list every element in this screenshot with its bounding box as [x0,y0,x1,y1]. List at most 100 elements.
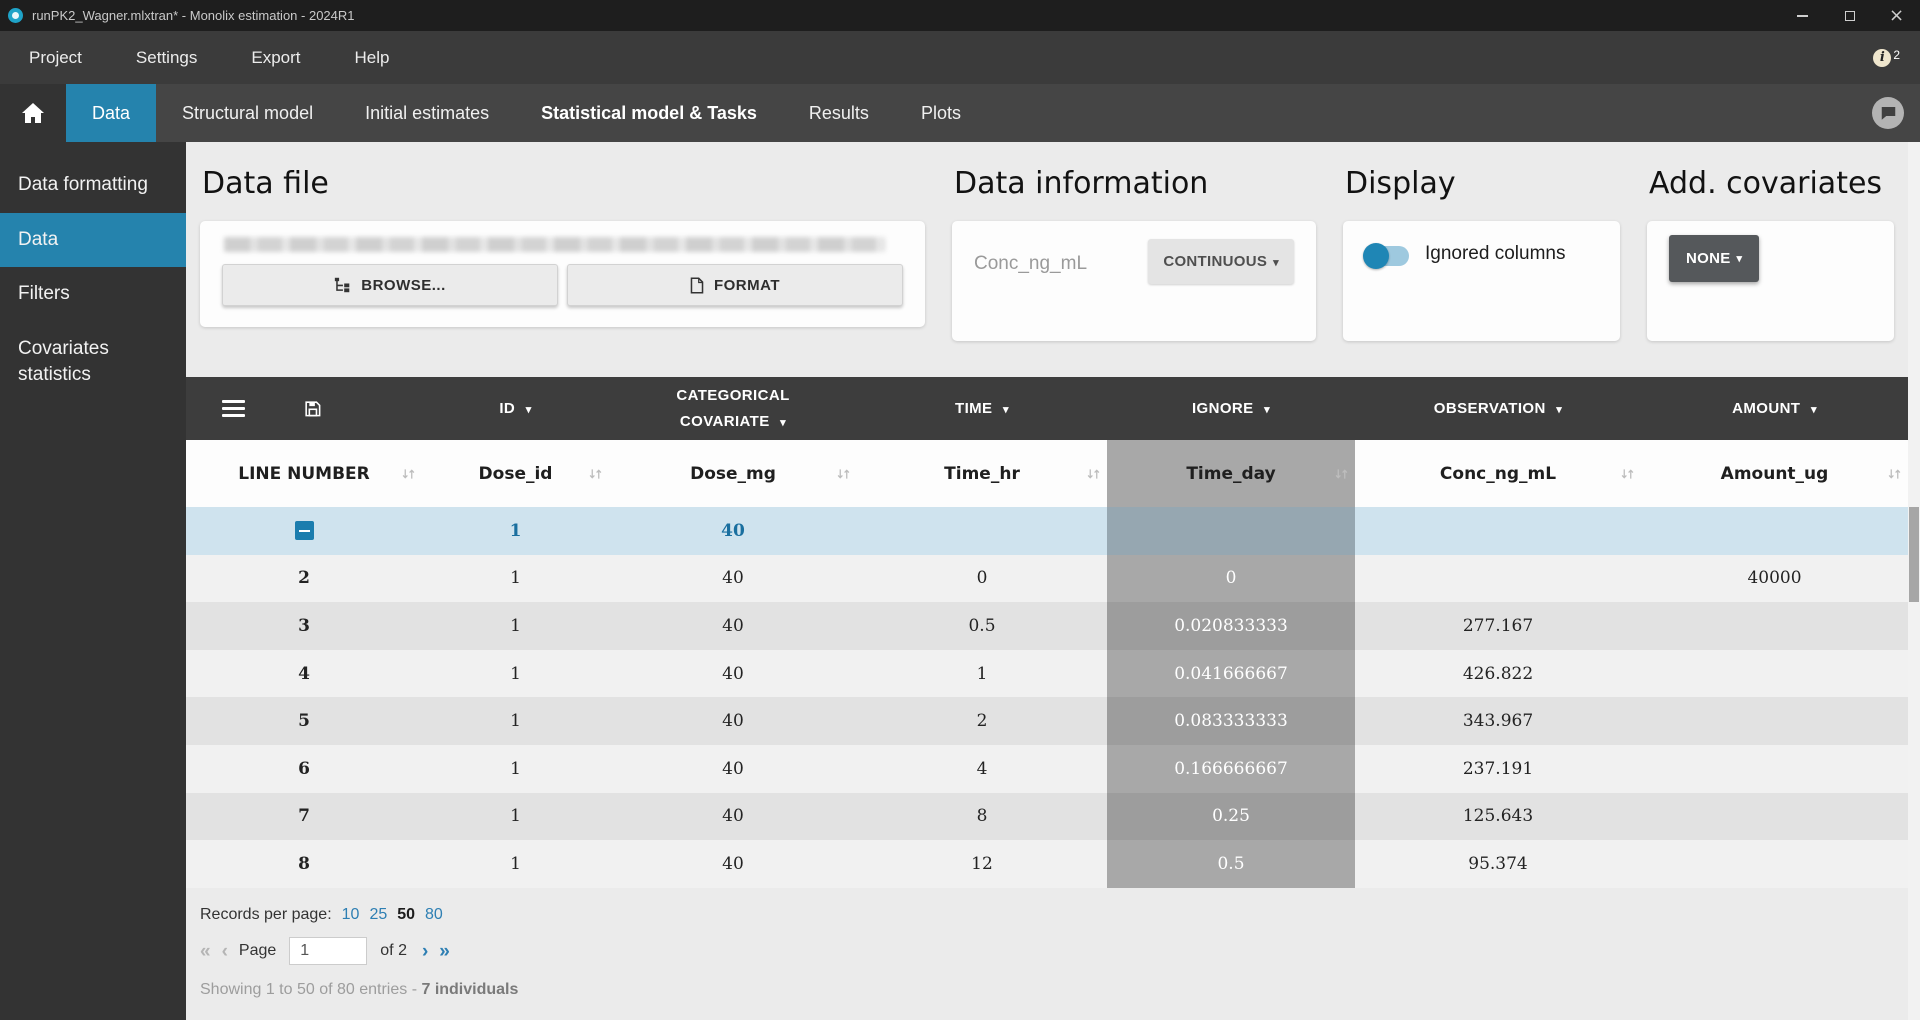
sidebar-item-data[interactable]: Data [0,213,186,268]
minimize-button[interactable] [1779,0,1826,31]
column-header-time-day[interactable]: Time_day [1107,440,1355,507]
entries-summary-text: Showing 1 to 50 of 80 entries - [200,981,421,998]
cell-dose_id: 1 [422,745,609,793]
maximize-icon [1845,11,1855,21]
column-header-time-hr[interactable]: Time_hr [857,440,1107,507]
menu-settings[interactable]: Settings [109,31,224,84]
cell-time_hr: 1 [857,650,1107,698]
sort-icon[interactable] [1887,467,1902,480]
tab-initial-estimates[interactable]: Initial estimates [339,84,515,142]
app-body: Data formatting Data Filters Covariates … [0,142,1920,1020]
cell-line: 4 [186,650,422,698]
page-size-10[interactable]: 10 [342,906,360,924]
observation-type-dropdown[interactable]: CONTINUOUS▾ [1148,239,1294,284]
window-title: runPK2_Wagner.mlxtran* - Monolix estimat… [32,8,355,23]
column-tag-categorical-covariate[interactable]: CATEGORICAL COVARIATE ▾ [609,377,857,440]
format-button[interactable]: FORMAT [567,264,903,306]
vertical-scrollbar[interactable] [1908,142,1920,1020]
cell-conc [1355,555,1641,603]
column-header-label: Amount_ug [1721,464,1829,484]
cell-dose_mg: 40 [609,697,857,745]
cell-time_hr: 2 [857,697,1107,745]
page-size-80[interactable]: 80 [425,906,443,924]
sort-icon[interactable] [588,467,603,480]
cell-line: 7 [186,793,422,841]
tab-statistical-model-tasks[interactable]: Statistical model & Tasks [515,84,783,142]
collapse-group-icon[interactable] [295,521,314,540]
maximize-button[interactable] [1826,0,1873,31]
records-per-page-label: Records per page: [200,906,332,924]
column-header-dose-mg[interactable]: Dose_mg [609,440,857,507]
sort-icon[interactable] [836,467,851,480]
table-row[interactable]: 21400040000 [186,555,1908,603]
chevron-down-icon: ▾ [1556,404,1562,416]
menu-help[interactable]: Help [328,31,417,84]
sort-icon[interactable] [401,467,416,480]
table-row[interactable]: 140 [186,507,1908,555]
page-size-25[interactable]: 25 [369,906,387,924]
display-card: Ignored columns [1343,221,1620,341]
column-header-conc-ng-ml[interactable]: Conc_ng_mL [1355,440,1641,507]
previous-page-button[interactable]: ‹ [222,942,228,961]
sort-icon[interactable] [1620,467,1635,480]
table-row[interactable]: 414010.041666667426.822 [186,650,1908,698]
scrollbar-thumb[interactable] [1909,507,1919,602]
next-page-button[interactable]: › [422,942,428,961]
table-row[interactable]: 514020.083333333343.967 [186,697,1908,745]
column-tag-time[interactable]: TIME ▾ [857,377,1107,440]
menu-project[interactable]: Project [2,31,109,84]
cell-dose_mg: 40 [609,555,857,603]
column-tag-id[interactable]: ID ▾ [422,377,609,440]
cell-dose_id: 1 [422,602,609,650]
table-row[interactable]: 614040.166666667237.191 [186,745,1908,793]
sidebar-item-covariates-statistics[interactable]: Covariates statistics [0,322,186,403]
last-page-button[interactable]: » [439,942,450,961]
sidebar-item-filters[interactable]: Filters [0,267,186,322]
sort-icon[interactable] [1334,467,1349,480]
column-header-label: Dose_mg [690,464,776,484]
chevron-down-icon: ▾ [526,404,532,416]
info-notification-button[interactable]: i 2 [1873,49,1900,67]
cell-conc: 237.191 [1355,745,1641,793]
column-tag-ignore[interactable]: IGNORE ▾ [1107,377,1355,440]
table-row[interactable]: 31400.50.020833333277.167 [186,602,1908,650]
cell-dose_id: 1 [422,697,609,745]
info-icon: i [1873,49,1891,67]
feedback-button[interactable] [1872,97,1904,129]
column-header-line-number[interactable]: LINE NUMBER [186,440,422,507]
table-row[interactable]: 714080.25125.643 [186,793,1908,841]
cell-conc: 95.374 [1355,840,1641,888]
chevron-down-icon: ▾ [1737,252,1743,265]
home-icon [21,102,45,124]
format-button-label: FORMAT [714,277,780,294]
page-size-50[interactable]: 50 [397,906,415,924]
covariates-dropdown[interactable]: NONE▾ [1669,235,1759,282]
table-tag-header: ID ▾CATEGORICAL COVARIATE ▾TIME ▾IGNORE … [186,377,1908,440]
page-number-input[interactable] [289,937,367,965]
tab-structural-model[interactable]: Structural model [156,84,339,142]
sort-icon[interactable] [1086,467,1101,480]
sidebar-item-data-formatting[interactable]: Data formatting [0,158,186,213]
cell-line: 3 [186,602,422,650]
cell-line: 6 [186,745,422,793]
table-toolbar [186,377,422,440]
table-row[interactable]: 8140120.595.374 [186,840,1908,888]
column-header-amount-ug[interactable]: Amount_ug [1641,440,1908,507]
tab-data[interactable]: Data [66,84,156,142]
tab-results[interactable]: Results [783,84,895,142]
cell-dose_mg: 40 [609,507,857,555]
column-header-dose-id[interactable]: Dose_id [422,440,609,507]
ignored-columns-toggle[interactable] [1365,246,1409,266]
column-tag-observation[interactable]: OBSERVATION ▾ [1355,377,1641,440]
table-footer: Records per page: 10 25 50 80 « ‹ Page o… [200,888,518,999]
column-header-label: Conc_ng_mL [1440,464,1556,484]
menu-icon[interactable] [222,400,245,417]
column-tag-amount[interactable]: AMOUNT ▾ [1641,377,1908,440]
menu-export[interactable]: Export [224,31,327,84]
save-icon[interactable] [303,399,322,418]
home-button[interactable] [0,84,66,142]
tab-plots[interactable]: Plots [895,84,987,142]
browse-button[interactable]: BROWSE... [222,264,558,306]
first-page-button[interactable]: « [200,942,211,961]
close-button[interactable]: × [1873,0,1920,31]
